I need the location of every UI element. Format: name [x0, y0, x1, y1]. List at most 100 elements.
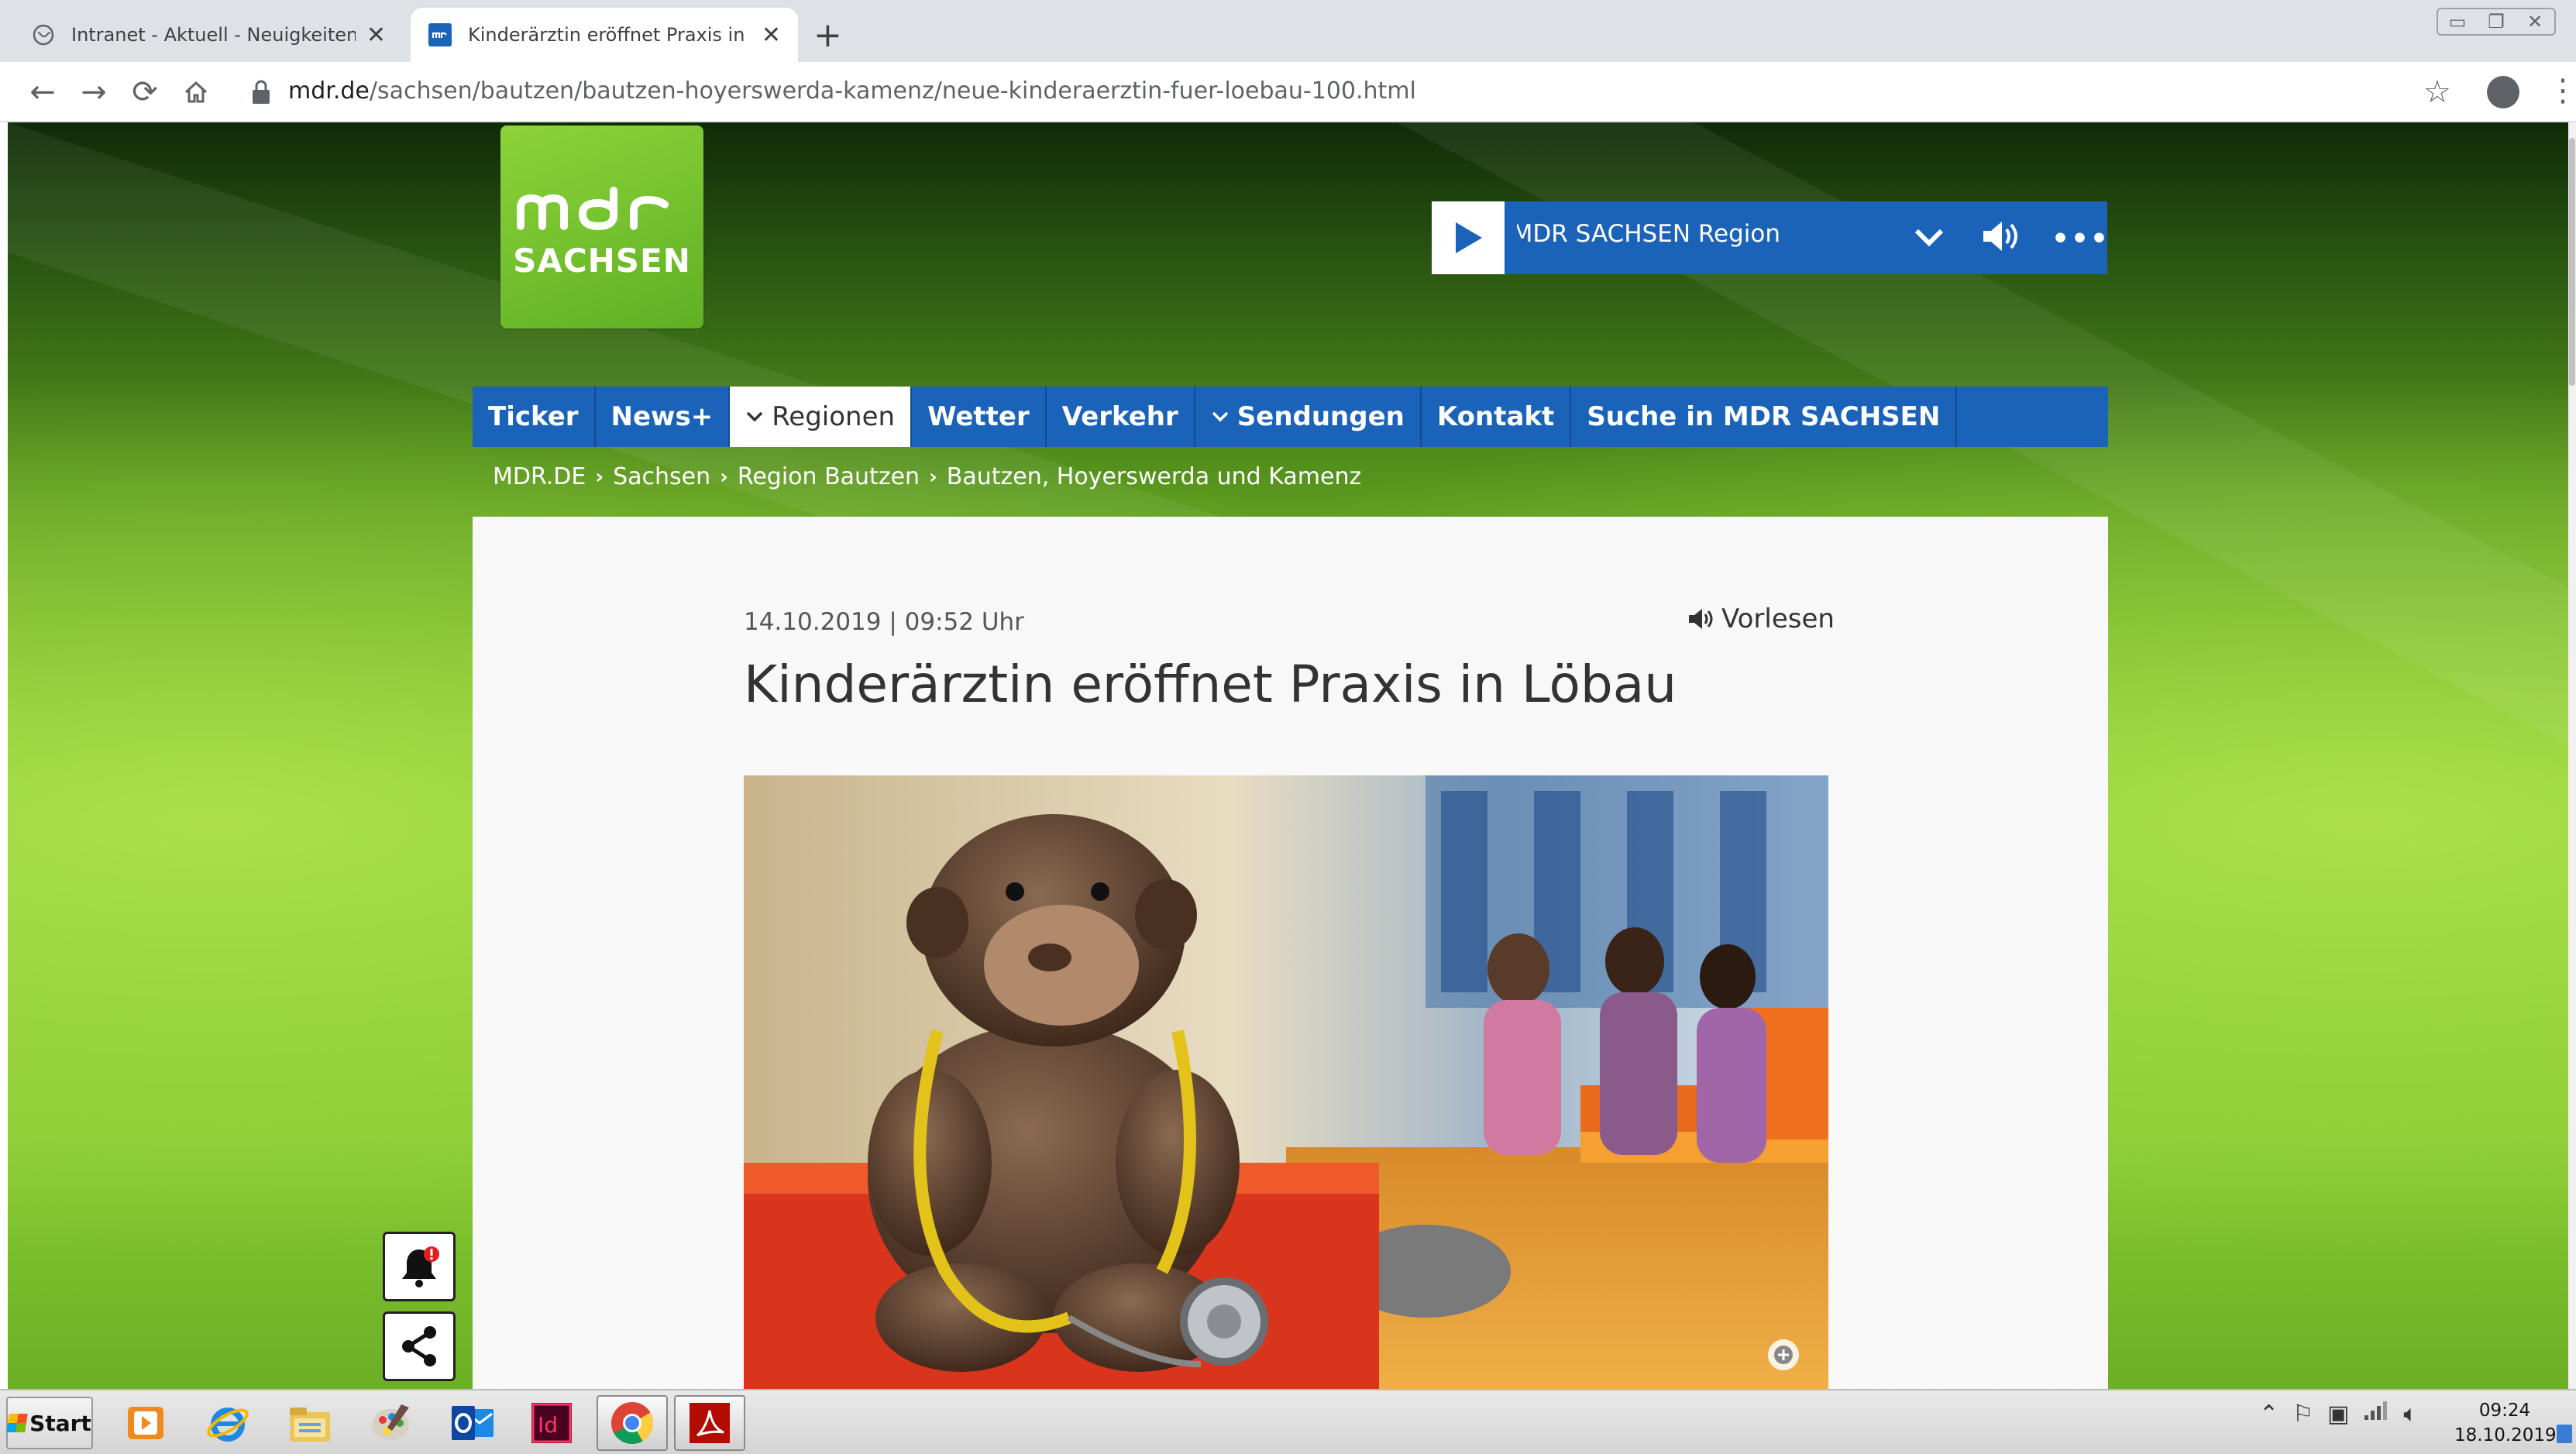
nav-item-sendungen[interactable]: Sendungen	[1195, 387, 1422, 447]
paint-icon[interactable]	[355, 1395, 426, 1451]
nav-item-ticker[interactable]: Ticker	[473, 387, 596, 447]
forward-arrow-icon[interactable]: →	[74, 73, 113, 112]
article-container: 14.10.2019 | 09:52 Uhr Vorlesen Kinderär…	[473, 517, 2108, 1389]
file-explorer-icon[interactable]	[274, 1395, 346, 1451]
nav-item-label: Verkehr	[1061, 401, 1178, 432]
nav-item-label: Suche in MDR SACHSEN	[1587, 401, 1941, 432]
breadcrumb-link[interactable]: MDR.DE	[493, 463, 586, 490]
nav-item-label: Kontakt	[1436, 401, 1555, 432]
now-playing-ticker: Hits und Oldies jetzt bei MDR SACHSEN Re…	[1517, 220, 1780, 248]
nav-item-label: Sendungen	[1236, 401, 1405, 432]
network-device-icon[interactable]: ▣	[2327, 1401, 2349, 1428]
bookmark-star-icon[interactable]: ☆	[2423, 74, 2451, 110]
read-aloud-label: Vorlesen	[1721, 603, 1835, 634]
close-window-icon[interactable]: ✕	[2516, 9, 2554, 34]
media-player-icon[interactable]	[110, 1395, 181, 1451]
tab-title: Intranet - Aktuell - Neuigkeiten	[71, 24, 356, 46]
nav-item-verkehr[interactable]: Verkehr	[1047, 387, 1195, 447]
article-hero-image[interactable]	[744, 775, 1828, 1389]
browser-toolbar: ← → ⟳ mdr.de/sachsen/bautzen/bautzen-hoy…	[0, 62, 2576, 122]
play-icon	[1456, 222, 1482, 253]
profile-avatar-icon[interactable]	[2487, 76, 2519, 108]
action-center-flag-icon[interactable]: ⚐	[2292, 1401, 2313, 1428]
address-bar[interactable]: mdr.de/sachsen/bautzen/bautzen-hoyerswer…	[288, 77, 1416, 105]
chevron-down-icon[interactable]	[1912, 223, 1946, 251]
signal-icon[interactable]	[2363, 1400, 2389, 1428]
speaker-icon	[1689, 609, 1713, 629]
reload-icon[interactable]: ⟳	[126, 73, 164, 112]
scrollbar-thumb[interactable]	[2569, 138, 2575, 386]
system-tray: ⌃ ⚐ ▣ 🔈︎	[2259, 1400, 2417, 1428]
start-button[interactable]: Start	[6, 1397, 93, 1449]
speaker-volume-icon[interactable]: 🔈︎	[2403, 1401, 2417, 1428]
outlook-icon[interactable]	[437, 1395, 508, 1451]
url-path: /sachsen/bautzen/bautzen-hoyerswerda-kam…	[369, 77, 1416, 105]
notification-button[interactable]	[383, 1232, 456, 1301]
nav-item-news-plus[interactable]: News+	[596, 387, 731, 447]
logo-text: SACHSEN	[513, 242, 691, 280]
chevron-right-icon: ›	[929, 465, 937, 489]
article-headline: Kinderärztin eröffnet Praxis in Löbau	[744, 655, 1677, 714]
svg-text:Id: Id	[538, 1412, 558, 1438]
waiting-room-photo	[744, 775, 1828, 1389]
share-button[interactable]	[383, 1311, 456, 1381]
url-domain: mdr.de	[288, 77, 370, 105]
nav-item-label: Regionen	[772, 401, 896, 432]
mdr-logo-mark	[517, 187, 669, 231]
tab-intranet[interactable]: Intranet - Aktuell - Neuigkeiten ✕	[14, 8, 403, 62]
chevron-right-icon: ›	[595, 465, 604, 489]
nav-item-label: Wetter	[927, 401, 1030, 432]
more-options-icon[interactable]: •••	[2052, 223, 2110, 255]
lock-icon[interactable]	[249, 79, 273, 105]
minimize-icon[interactable]: ▭	[2438, 9, 2477, 34]
notification-center-icon[interactable]	[2557, 1425, 2572, 1443]
internet-explorer-icon[interactable]	[192, 1395, 263, 1451]
breadcrumb-link[interactable]: Region Bautzen	[738, 463, 920, 490]
windows-taskbar: Start Id ⌃ ⚐ ▣ 🔈︎ 09:24 18.10.2019	[0, 1389, 2576, 1454]
nav-item-label: Ticker	[488, 401, 579, 432]
home-icon[interactable]	[177, 73, 215, 112]
close-tab-icon[interactable]: ✕	[366, 22, 386, 49]
new-tab-button[interactable]: +	[813, 14, 842, 57]
chevron-right-icon: ›	[720, 465, 728, 489]
browser-menu-icon[interactable]: ⋮	[2547, 73, 2576, 108]
browser-tab-bar: Intranet - Aktuell - Neuigkeiten ✕ Kinde…	[0, 0, 2576, 62]
nav-item-wetter[interactable]: Wetter	[912, 387, 1047, 447]
window-controls: ▭ ❐ ✕	[2437, 8, 2556, 36]
taskbar-clock[interactable]: 09:24 18.10.2019	[2454, 1398, 2557, 1448]
breadcrumb-link[interactable]: Bautzen, Hoyerswerda und Kamenz	[947, 463, 1361, 490]
close-tab-icon[interactable]: ✕	[762, 22, 781, 49]
web-page: SACHSEN Hits und Oldies jetzt bei MDR SA…	[8, 122, 2568, 1389]
windows-logo-icon	[6, 1414, 28, 1432]
article-date: 14.10.2019 | 09:52 Uhr	[744, 608, 1024, 636]
tab-title: Kinderärztin eröffnet Praxis in Löbau	[468, 24, 751, 46]
breadcrumb-link[interactable]: Sachsen	[613, 463, 710, 490]
zoom-plus-icon[interactable]	[1768, 1339, 1799, 1370]
tab-article[interactable]: Kinderärztin eröffnet Praxis in Löbau ✕	[411, 8, 798, 62]
chrome-icon[interactable]	[597, 1395, 668, 1451]
nav-item-search[interactable]: Suche in MDR SACHSEN	[1571, 387, 1958, 447]
chevron-down-icon	[1211, 410, 1230, 424]
nav-item-kontakt[interactable]: Kontakt	[1422, 387, 1572, 447]
nav-item-regionen[interactable]: Regionen	[730, 387, 913, 447]
indesign-icon[interactable]: Id	[516, 1395, 587, 1451]
share-icon	[402, 1326, 436, 1366]
read-aloud-button[interactable]: Vorlesen	[1687, 603, 1835, 634]
radio-player: Hits und Oldies jetzt bei MDR SACHSEN Re…	[1432, 201, 2110, 274]
globe-icon	[31, 22, 56, 47]
play-button[interactable]	[1432, 201, 1505, 274]
main-navigation: Ticker News+ Regionen Wetter Verkehr Sen…	[473, 387, 2108, 447]
now-playing-text: Hits und Oldies jetzt bei MDR SACHSEN Re…	[1517, 220, 1780, 248]
start-label: Start	[29, 1410, 91, 1436]
clock-time: 09:24	[2478, 1401, 2531, 1421]
restore-icon[interactable]: ❐	[2477, 9, 2516, 34]
acrobat-icon[interactable]	[674, 1395, 745, 1451]
breadcrumb: MDR.DE › Sachsen › Region Bautzen › Bautzen…	[493, 463, 1361, 490]
bell-icon	[402, 1246, 439, 1287]
tray-expand-icon[interactable]: ⌃	[2259, 1401, 2279, 1428]
mdr-sachsen-logo[interactable]: SACHSEN	[500, 125, 703, 328]
volume-icon[interactable]	[1980, 218, 2021, 254]
page-scrollbar[interactable]	[2568, 122, 2576, 1389]
back-arrow-icon[interactable]: ←	[23, 73, 62, 112]
chevron-down-icon	[745, 410, 764, 424]
